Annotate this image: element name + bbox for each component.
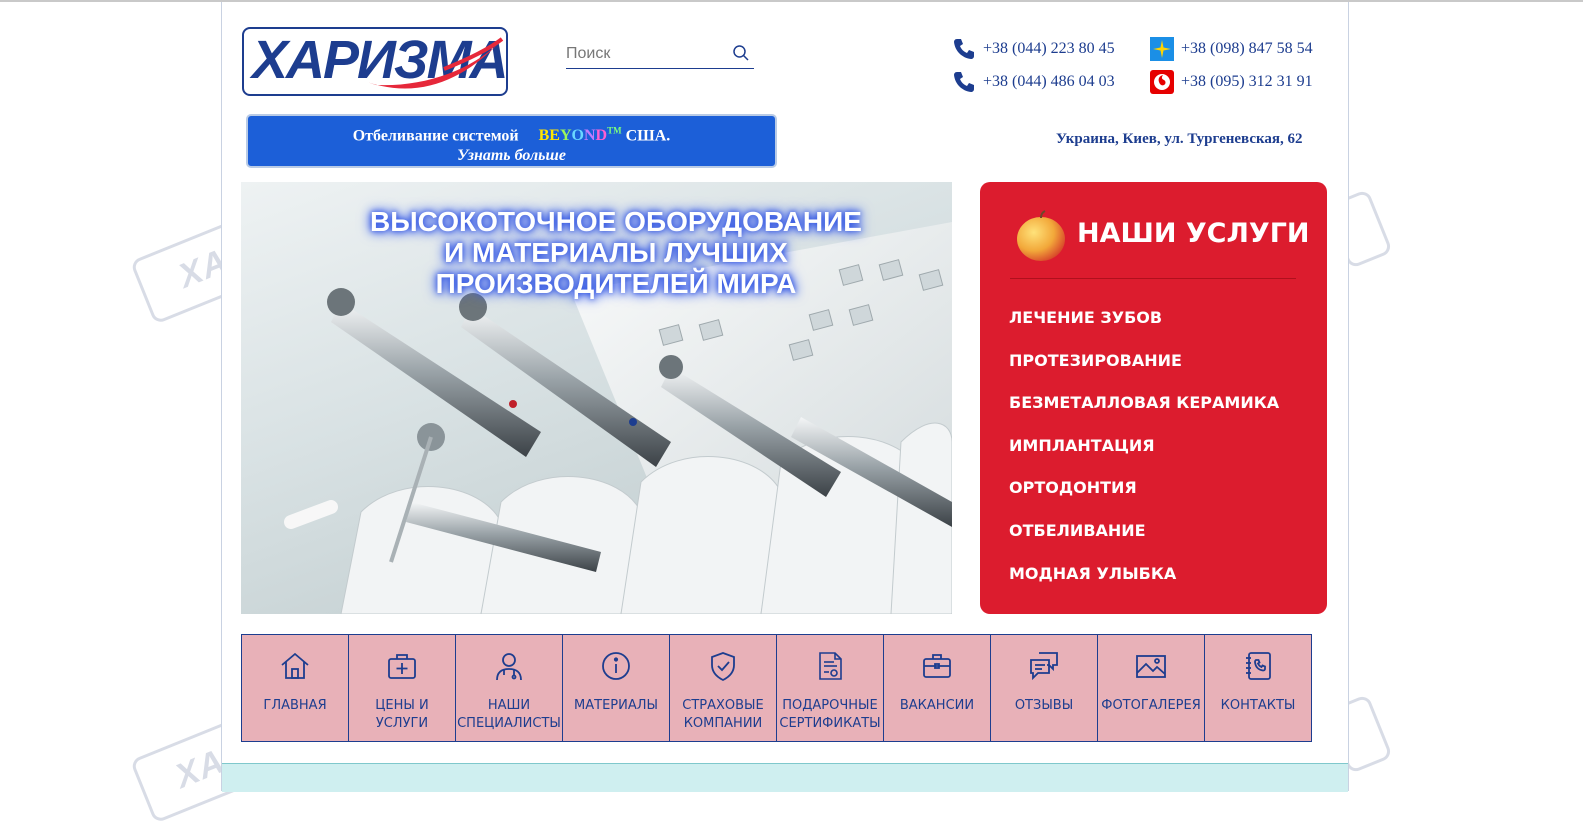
- nav-label: ПОДАРОЧНЫЕ СЕРТИФИКАТЫ: [779, 698, 881, 731]
- promo-text: Отбеливание системой: [352, 127, 519, 145]
- page-container: ХАРИЗМА +38 (044) 223 80 45 +38 (098) 84…: [221, 2, 1349, 792]
- search-box: [566, 42, 754, 69]
- phone-4[interactable]: +38 (095) 312 31 91: [1149, 69, 1313, 95]
- hero-title: ВЫСОКОТОЧНОЕ ОБОРУДОВАНИЕ И МАТЕРИАЛЫ ЛУ…: [370, 206, 862, 299]
- nav-item-vacancies[interactable]: ВАКАНСИИ: [883, 634, 991, 742]
- kyivstar-icon: [1149, 36, 1175, 62]
- apple-icon: [1017, 210, 1065, 261]
- service-item[interactable]: ЛЕЧЕНИЕ ЗУБОВ: [1009, 308, 1279, 351]
- nav-label: ОТЗЫВЫ: [1014, 698, 1074, 713]
- contacts-icon: [1242, 649, 1274, 683]
- nav-item-prices[interactable]: ЦЕНЫ И УСЛУГИ: [348, 634, 456, 742]
- hero-banner: ВЫСОКОТОЧНОЕ ОБОРУДОВАНИЕ И МАТЕРИАЛЫ ЛУ…: [241, 182, 952, 614]
- promo-country: США.: [625, 127, 671, 145]
- services-list: ЛЕЧЕНИЕ ЗУБОВ ПРОТЕЗИРОВАНИЕ БЕЗМЕТАЛЛОВ…: [1009, 308, 1279, 606]
- nav-item-home[interactable]: ГЛАВНАЯ: [241, 634, 349, 742]
- phone-2[interactable]: +38 (098) 847 58 54: [1149, 36, 1313, 62]
- service-item[interactable]: ОРТОДОНТИЯ: [1009, 478, 1279, 521]
- nav-label: ГЛАВНАЯ: [263, 698, 327, 713]
- service-item[interactable]: ОТБЕЛИВАНИЕ: [1009, 521, 1279, 564]
- service-item[interactable]: БЕЗМЕТАЛЛОВАЯ КЕРАМИКА: [1009, 393, 1279, 436]
- logo-swoosh-icon: [364, 37, 504, 89]
- services-divider: [1010, 278, 1296, 279]
- phone-3[interactable]: +38 (044) 486 04 03: [951, 69, 1115, 95]
- phone-number: +38 (044) 223 80 45: [983, 40, 1115, 57]
- service-item[interactable]: ПРОТЕЗИРОВАНИЕ: [1009, 351, 1279, 394]
- service-item[interactable]: МОДНАЯ УЛЫБКА: [1009, 564, 1279, 607]
- phone-number: +38 (044) 486 04 03: [983, 73, 1115, 90]
- nav-item-certificates[interactable]: ПОДАРОЧНЫЕ СЕРТИФИКАТЫ: [776, 634, 884, 742]
- nav-label: ФОТОГАЛЕРЕЯ: [1101, 698, 1201, 713]
- nav-item-insurance[interactable]: СТРАХОВЫЕ КОМПАНИИ: [669, 634, 777, 742]
- content-band: [222, 763, 1348, 792]
- service-item[interactable]: ИМПЛАНТАЦИЯ: [1009, 436, 1279, 479]
- search-input[interactable]: [566, 42, 726, 66]
- vodafone-icon: [1149, 69, 1175, 95]
- image-icon: [1135, 649, 1167, 683]
- nav-item-specialists[interactable]: НАШИ СПЕЦИАЛИСТЫ: [455, 634, 563, 742]
- services-panel: НАШИ УСЛУГИ ЛЕЧЕНИЕ ЗУБОВ ПРОТЕЗИРОВАНИЕ…: [980, 182, 1327, 614]
- beyond-brand: BEYONDTM: [538, 126, 622, 145]
- nav-label: ЦЕНЫ И УСЛУГИ: [375, 698, 429, 731]
- main-nav: ГЛАВНАЯ ЦЕНЫ И УСЛУГИ НАШИ СПЕЦИАЛИСТЫ М…: [241, 634, 1312, 742]
- search-icon[interactable]: [732, 44, 750, 66]
- phone-number: +38 (098) 847 58 54: [1181, 40, 1313, 57]
- certificate-icon: [814, 649, 846, 683]
- phone-icon: [951, 36, 977, 62]
- promo-link[interactable]: Узнать больше: [248, 146, 775, 166]
- address: Украина, Киев, ул. Тургеневская, 62: [1056, 131, 1303, 147]
- promo-banner[interactable]: Отбеливание системой BEYONDTM США. Узнат…: [246, 114, 777, 168]
- nav-item-gallery[interactable]: ФОТОГАЛЕРЕЯ: [1097, 634, 1205, 742]
- services-title: НАШИ УСЛУГИ: [1077, 218, 1310, 249]
- nav-label: НАШИ СПЕЦИАЛИСТЫ: [457, 698, 561, 731]
- phone-number: +38 (095) 312 31 91: [1181, 73, 1313, 90]
- nav-label: КОНТАКТЫ: [1220, 698, 1296, 713]
- nav-item-reviews[interactable]: ОТЗЫВЫ: [990, 634, 1098, 742]
- doctor-icon: [493, 649, 525, 683]
- shield-check-icon: [707, 649, 739, 683]
- nav-item-contacts[interactable]: КОНТАКТЫ: [1204, 634, 1312, 742]
- phone-1[interactable]: +38 (044) 223 80 45: [951, 36, 1115, 62]
- first-aid-kit-icon: [386, 649, 418, 683]
- watermark-text: ХАРИЗМА: [174, 278, 180, 281]
- nav-label: ВАКАНСИИ: [899, 698, 975, 713]
- nav-label: СТРАХОВЫЕ КОМПАНИИ: [682, 698, 764, 731]
- info-icon: [600, 649, 632, 683]
- nav-item-materials[interactable]: МАТЕРИАЛЫ: [562, 634, 670, 742]
- nav-label: МАТЕРИАЛЫ: [574, 698, 658, 713]
- phone-icon: [951, 69, 977, 95]
- briefcase-icon: [921, 649, 953, 683]
- site-logo[interactable]: ХАРИЗМА: [242, 27, 508, 96]
- chat-icon: [1028, 649, 1060, 683]
- home-icon: [279, 649, 311, 683]
